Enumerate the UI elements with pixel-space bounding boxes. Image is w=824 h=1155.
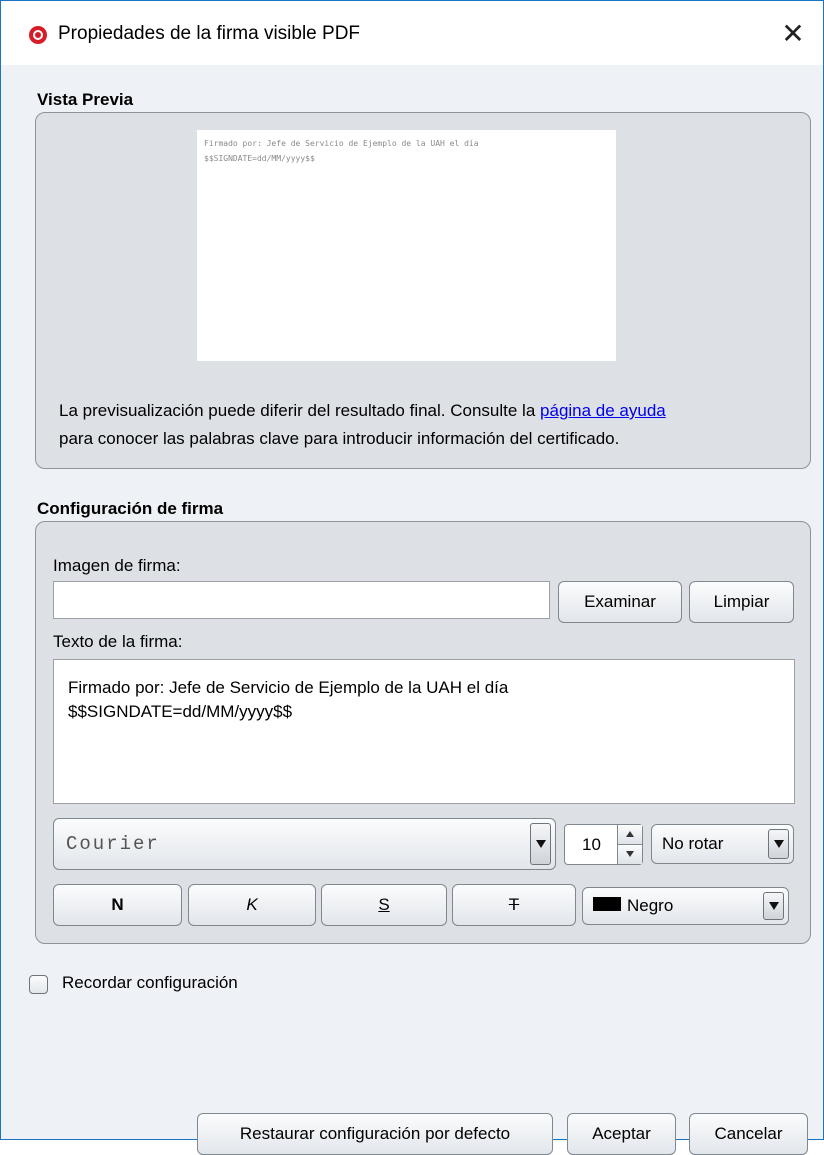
signature-text-label: Texto de la firma: (53, 632, 183, 651)
rotation-select[interactable]: No rotar (651, 824, 794, 864)
font-select[interactable]: Courier (53, 818, 556, 870)
image-path-input[interactable] (53, 581, 550, 619)
remember-checkbox[interactable] (29, 975, 48, 994)
font-size-stepper[interactable]: 10 (564, 824, 643, 865)
preview-note-text: La previsualización puede diferir del re… (59, 401, 536, 420)
italic-button[interactable]: K (188, 884, 316, 926)
signature-text-line: Firmado por: Jefe de Servicio de Ejemplo… (68, 678, 509, 697)
strikethrough-button[interactable]: T (452, 884, 576, 926)
window-title: Propiedades de la firma visible PDF (58, 23, 361, 44)
signature-preview: Firmado por: Jefe de Servicio de Ejemplo… (197, 130, 616, 361)
browse-button[interactable]: Examinar (558, 581, 682, 623)
remember-label: Recordar configuración (62, 973, 238, 992)
cancel-button[interactable]: Cancelar (689, 1113, 808, 1155)
close-button[interactable]: ✕ (763, 1, 823, 65)
color-select[interactable]: Negro (582, 887, 789, 925)
font-size-value: 10 (582, 834, 601, 854)
decrement-icon[interactable] (618, 844, 642, 864)
bold-button[interactable]: N (53, 884, 182, 926)
preview-note-text-2: para conocer las palabras clave para int… (59, 429, 620, 448)
font-select-value: Courier (66, 833, 160, 855)
increment-icon[interactable] (618, 825, 642, 845)
restore-defaults-button[interactable]: Restaurar configuración por defecto (197, 1113, 553, 1155)
help-page-link[interactable]: página de ayuda (540, 401, 666, 420)
image-label: Imagen de firma: (53, 556, 181, 575)
close-icon: ✕ (781, 17, 805, 49)
dialog-window: Propiedades de la firma visible PDF ✕ Vi… (0, 0, 824, 1155)
accept-button[interactable]: Aceptar (567, 1113, 676, 1155)
color-select-value: Negro (627, 896, 674, 915)
app-logo-icon (29, 26, 47, 44)
signature-text-area[interactable]: Firmado por: Jefe de Servicio de Ejemplo… (53, 659, 795, 804)
config-section-title: Configuración de firma (37, 499, 224, 518)
chevron-down-icon (768, 829, 789, 859)
clear-button[interactable]: Limpiar (689, 581, 794, 623)
preview-note: La previsualización puede diferir del re… (59, 397, 779, 453)
signature-text-line: $$SIGNDATE=dd/MM/yyyy$$ (68, 702, 293, 721)
chevron-down-icon (763, 892, 784, 920)
chevron-down-icon (530, 823, 551, 865)
underline-button[interactable]: S (321, 884, 447, 926)
preview-line: Firmado por: Jefe de Servicio de Ejemplo… (204, 139, 479, 148)
rotation-select-value: No rotar (662, 834, 724, 853)
title-bar: Propiedades de la firma visible PDF ✕ (1, 1, 823, 65)
preview-line: $$SIGNDATE=dd/MM/yyyy$$ (204, 154, 315, 163)
color-swatch (593, 897, 621, 911)
stepper-buttons (617, 825, 642, 864)
preview-section-title: Vista Previa (37, 90, 134, 109)
